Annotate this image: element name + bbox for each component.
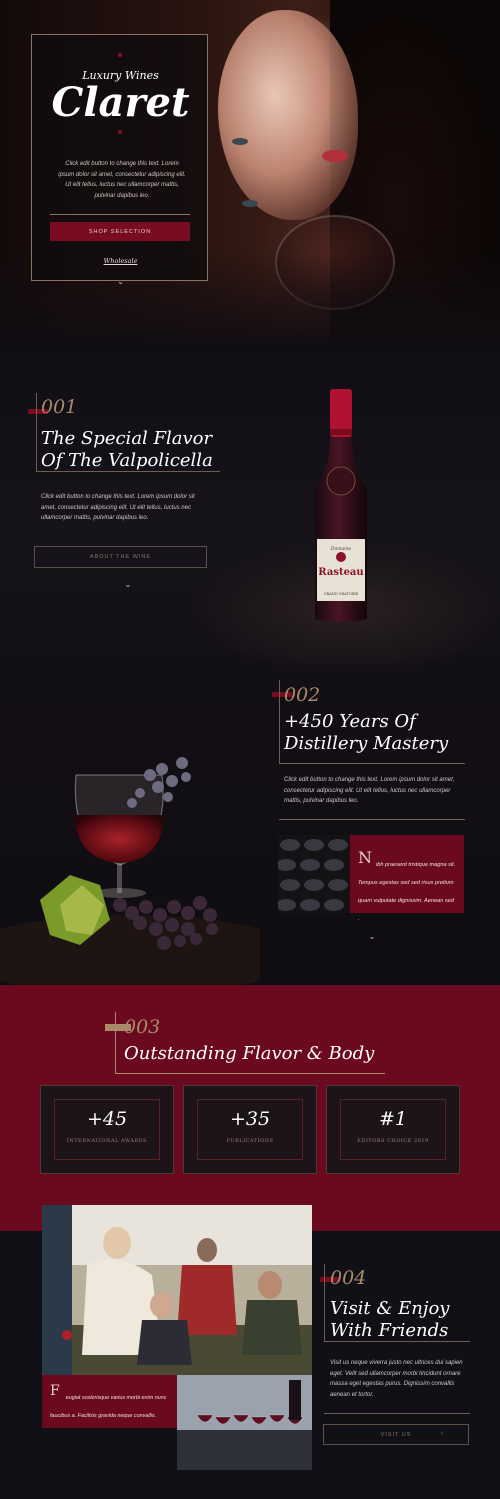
hero-photo-lips <box>322 150 348 162</box>
friends-photo <box>42 1205 312 1375</box>
wine-glass-grapes-image <box>0 757 260 985</box>
visit-us-label: VISIT US <box>380 1431 412 1438</box>
hero-card: Luxury Wines Claret Click edit button to… <box>31 34 209 286</box>
hero-dot-top <box>118 53 122 57</box>
decor-vertical-line <box>36 393 37 471</box>
bottle-sub: GRAND ORATOIRE <box>324 592 359 596</box>
info-box: N ibh praesent tristique magna sit. Temp… <box>350 835 464 922</box>
section-heading: The Special Flavor Of The Valpolicella <box>41 428 213 472</box>
section-heading: Visit & Enjoy With Friends <box>330 1298 449 1342</box>
stat-card-publications: +35 PUBLICATIONS <box>183 1085 317 1174</box>
section-description: Visit us neque viverra justo nec ultrice… <box>330 1360 463 1398</box>
decor-vertical-line <box>279 680 280 764</box>
decor-divider <box>324 1413 470 1414</box>
info-box-text: eugiat scelerisque varius morbi enim nun… <box>50 1395 167 1419</box>
arrow-right-icon: › <box>440 1430 444 1437</box>
stat-label: PUBLICATIONS <box>226 1138 274 1144</box>
section-heading: +450 Years Of Distillery Mastery <box>284 711 448 755</box>
hero-photo-eye <box>242 200 258 207</box>
visit-us-button[interactable]: VISIT US › <box>323 1424 469 1445</box>
dropcap: F <box>50 1383 60 1399</box>
section-number: 003 <box>124 1016 161 1038</box>
hero-model-photo <box>218 10 358 220</box>
chevron-down-icon[interactable]: ⌄ <box>118 580 138 589</box>
stat-label: EDITORS CHOICE 2019 <box>357 1138 429 1144</box>
section-description: Click edit button to change this text. L… <box>41 494 195 521</box>
bottle-brand: Domaine <box>330 546 352 552</box>
heading-line: The Special Flavor <box>41 428 213 449</box>
decor-divider <box>279 819 465 820</box>
decor-horizontal-line <box>115 1073 385 1074</box>
heading-line: With Friends <box>330 1320 449 1341</box>
heading-line: Visit & Enjoy <box>330 1298 450 1319</box>
hero-title: Claret <box>51 79 190 126</box>
stat-card-awards: +45 INTERNATIONAL AWARDS <box>40 1085 174 1174</box>
stat-label: INTERNATIONAL AWARDS <box>66 1138 148 1144</box>
section-heading: Outstanding Flavor & Body <box>124 1043 375 1064</box>
dropcap: N <box>358 848 372 867</box>
shop-selection-button[interactable]: SHOP SELECTION <box>50 222 190 241</box>
section-number: 002 <box>284 684 321 706</box>
wine-glasses-photo <box>177 1375 312 1470</box>
stat-value: +35 <box>229 1108 271 1130</box>
decor-horizontal-line <box>279 763 465 764</box>
decor-vertical-line <box>115 1012 116 1074</box>
section-description: Click edit button to change this text. L… <box>284 777 455 804</box>
info-box: F eugiat scelerisque varius morbi enim n… <box>42 1375 177 1428</box>
stacked-bottles-image <box>278 835 350 913</box>
about-the-wine-button[interactable]: ABOUT THE WINE <box>34 546 207 568</box>
hero-section: Luxury Wines Claret Click edit button to… <box>0 0 500 343</box>
hero-divider <box>50 214 190 215</box>
heading-line: +450 Years Of <box>284 711 416 732</box>
decor-vertical-line <box>324 1264 325 1342</box>
heading-line: Distillery Mastery <box>284 733 449 754</box>
stat-value: #1 <box>378 1108 407 1130</box>
wine-bottle-image: Domaine Rasteau GRAND ORATOIRE <box>315 389 367 622</box>
bottle-name: Rasteau <box>318 567 363 578</box>
chevron-down-icon[interactable]: ⌄ <box>32 277 209 286</box>
wholesale-link[interactable]: Wholesale <box>32 257 209 265</box>
hero-description: Click edit button to change this text. L… <box>58 161 186 199</box>
section-number: 004 <box>330 1267 367 1289</box>
hero-photo-eye <box>232 138 248 145</box>
chevron-down-icon[interactable]: ⌄ <box>362 932 382 941</box>
stat-value: +45 <box>86 1108 128 1130</box>
stat-card-editors-choice: #1 EDITORS CHOICE 2019 <box>326 1085 460 1174</box>
heading-line: Of The Valpolicella <box>41 450 213 471</box>
hero-dot-bottom <box>118 130 122 134</box>
section-number: 001 <box>41 396 78 418</box>
